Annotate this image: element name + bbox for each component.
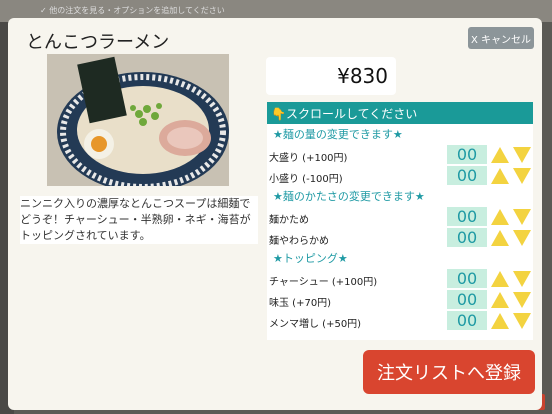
- option-section-title: ★麺のかたさの変更できます★: [273, 190, 425, 203]
- option-quantity: 00: [447, 166, 487, 185]
- decrement-arrow-icon[interactable]: [512, 312, 532, 330]
- ramen-photo: [47, 54, 229, 186]
- option-label: 味玉 (+70円): [269, 298, 332, 309]
- option-row: 麺かため 00: [267, 206, 533, 227]
- item-detail-modal: とんこつラーメン X キャンセル ニンニク入りの濃厚なとんこつスープは細麺でどう…: [8, 18, 542, 410]
- scroll-hint-banner: 👇スクロールしてください: [267, 102, 533, 124]
- decrement-arrow-icon[interactable]: [512, 270, 532, 288]
- item-description: ニンニク入りの濃厚なとんこつスープは細麺でどうぞ！チャーシュー・半熟卵・ネギ・海…: [20, 196, 258, 244]
- increment-arrow-icon[interactable]: [490, 146, 510, 164]
- option-label: 麺やわらかめ: [269, 236, 329, 247]
- increment-arrow-icon[interactable]: [490, 229, 510, 247]
- option-row: メンマ増し (+50円) 00: [267, 310, 533, 331]
- option-label: 麺かため: [269, 215, 309, 226]
- background-banner-text: ✓ 他の注文を見る・オプションを追加してください: [40, 6, 225, 15]
- increment-arrow-icon[interactable]: [490, 312, 510, 330]
- decrement-arrow-icon[interactable]: [512, 229, 532, 247]
- option-label: 小盛り (-100円): [269, 174, 343, 185]
- increment-arrow-icon[interactable]: [490, 167, 510, 185]
- option-label: チャーシュー (+100円): [269, 277, 378, 288]
- option-quantity: 00: [447, 207, 487, 226]
- option-quantity: 00: [447, 290, 487, 309]
- cancel-button[interactable]: X キャンセル: [468, 27, 534, 49]
- option-section-title: ★トッピング★: [273, 252, 348, 265]
- item-title: とんこつラーメン: [26, 32, 170, 53]
- option-quantity: 00: [447, 311, 487, 330]
- option-quantity: 00: [447, 269, 487, 288]
- increment-arrow-icon[interactable]: [490, 291, 510, 309]
- decrement-arrow-icon[interactable]: [512, 291, 532, 309]
- option-row: 小盛り (-100円) 00: [267, 165, 533, 186]
- option-label: 大盛り (+100円): [269, 153, 348, 164]
- option-label: メンマ増し (+50円): [269, 319, 362, 330]
- options-scroll-area[interactable]: 👇スクロールしてください ★麺の量の変更できます★ 大盛り (+100円) 00 小盛…: [267, 102, 533, 340]
- option-row: 味玉 (+70円) 00: [267, 289, 533, 310]
- decrement-arrow-icon[interactable]: [512, 146, 532, 164]
- option-quantity: 00: [447, 228, 487, 247]
- option-section-title: ★麺の量の変更できます★: [273, 128, 403, 141]
- option-row: 大盛り (+100円) 00: [267, 144, 533, 165]
- option-quantity: 00: [447, 145, 487, 164]
- price-display: ¥830: [266, 57, 396, 95]
- decrement-arrow-icon[interactable]: [512, 167, 532, 185]
- decrement-arrow-icon[interactable]: [512, 208, 532, 226]
- increment-arrow-icon[interactable]: [490, 270, 510, 288]
- option-row: チャーシュー (+100円) 00: [267, 268, 533, 289]
- increment-arrow-icon[interactable]: [490, 208, 510, 226]
- option-row: 麺やわらかめ 00: [267, 227, 533, 248]
- add-to-order-button[interactable]: 注文リストへ登録: [363, 350, 535, 394]
